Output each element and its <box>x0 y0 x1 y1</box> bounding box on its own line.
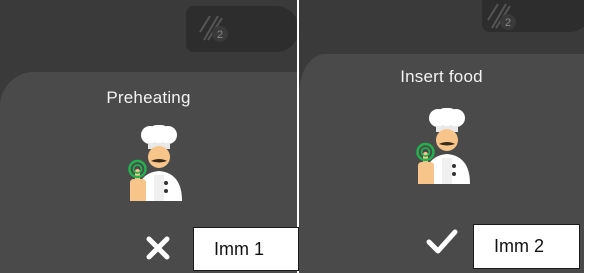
status-title: Insert food <box>400 67 483 86</box>
tray-level-tab[interactable]: 2 <box>482 0 584 32</box>
tray-level-icon: 2 <box>487 3 516 30</box>
svg-text:2: 2 <box>217 29 223 41</box>
tray-level-tab[interactable]: 2 <box>186 6 297 52</box>
status-title: Preheating <box>106 88 191 107</box>
tray-level-icon: 2 <box>199 15 228 42</box>
chef-touch-icon <box>416 108 470 184</box>
close-icon[interactable] <box>142 230 176 264</box>
svg-text:2: 2 <box>505 17 511 29</box>
chef-touch-icon <box>128 125 182 201</box>
image-label-2: Imm 2 <box>473 224 580 269</box>
check-icon[interactable] <box>425 224 459 258</box>
image-label-1: Imm 1 <box>193 227 299 271</box>
